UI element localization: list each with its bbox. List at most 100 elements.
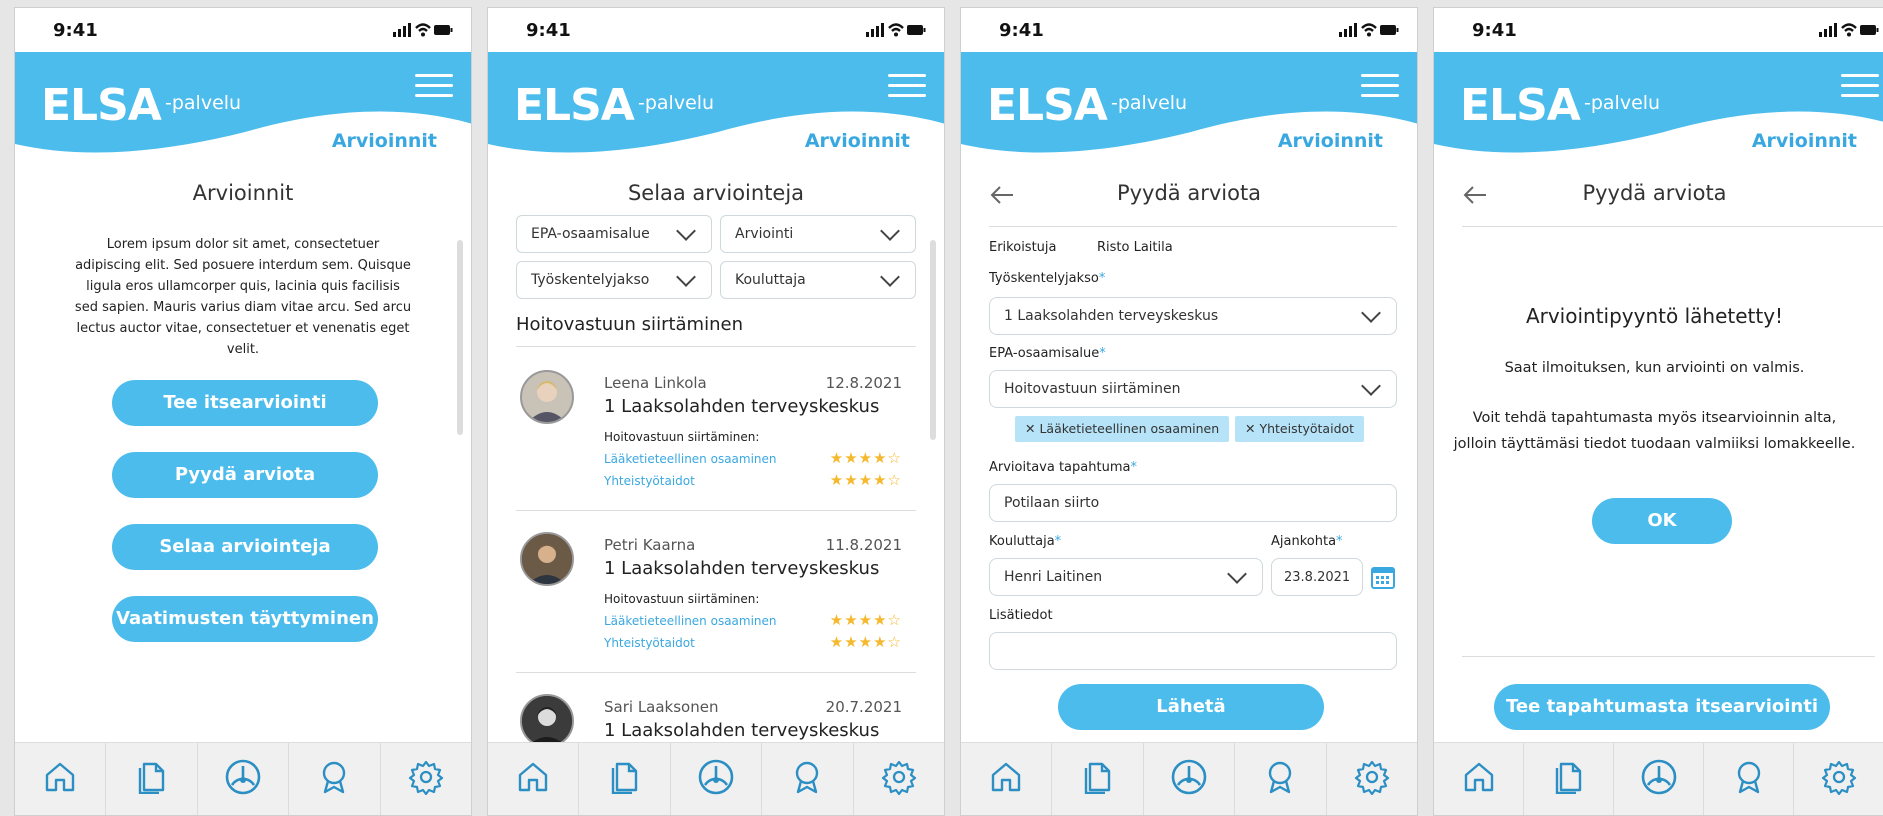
home-icon	[989, 760, 1023, 798]
rating-stars: ★★★★☆	[829, 611, 902, 629]
nav-documents-button[interactable]	[1052, 743, 1144, 815]
documents-icon	[135, 760, 169, 798]
self-evaluate-event-button[interactable]: Tee tapahtumasta itsearviointi	[1494, 684, 1830, 730]
hamburger-menu-icon[interactable]	[888, 74, 926, 100]
status-time: 9:41	[53, 20, 98, 41]
logo: ELSA	[514, 80, 635, 131]
jakso-label-text: Työskentelyjakso	[989, 271, 1099, 286]
logo: ELSA	[1460, 80, 1581, 131]
ajankohta-input[interactable]: 23.8.2021	[1271, 558, 1363, 596]
nav-award-button[interactable]	[289, 743, 381, 815]
filter-jakso[interactable]: Työskentelyjakso	[516, 261, 712, 299]
filter-arviointi[interactable]: Arviointi	[720, 215, 916, 253]
bottom-nav	[488, 742, 944, 815]
browse-evaluations-button[interactable]: Selaa arviointeja	[112, 524, 378, 570]
evaluation-place: 1 Laaksolahden terveyskeskus	[604, 396, 880, 417]
page-title: Selaa arviointeja	[627, 181, 805, 205]
nav-documents-button[interactable]	[106, 743, 198, 815]
hamburger-menu-icon[interactable]	[1841, 74, 1879, 100]
status-icons	[1819, 23, 1879, 37]
self-eval-hint-line2: jolloin täyttämäsi tiedot tuodaan valmii…	[1453, 436, 1856, 452]
evaluation-subject: Hoitovastuun siirtäminen:	[604, 592, 760, 606]
settings-icon	[1354, 759, 1390, 799]
status-bar: 9:41	[15, 8, 471, 54]
kouluttaja-label: Kouluttaja*	[989, 534, 1061, 549]
nav-settings-button[interactable]	[381, 743, 471, 815]
skill-label: Yhteistyötaidot	[604, 474, 695, 488]
ok-button[interactable]: OK	[1592, 498, 1732, 544]
jakso-label: Työskentelyjakso*	[989, 271, 1105, 286]
section-label: Arvioinnit	[804, 130, 910, 152]
status-time: 9:41	[999, 20, 1044, 41]
nav-home-button[interactable]	[15, 743, 107, 815]
nav-award-button[interactable]	[762, 743, 854, 815]
epa-select[interactable]: Hoitovastuun siirtäminen	[989, 370, 1397, 408]
hamburger-menu-icon[interactable]	[415, 74, 453, 100]
epa-value: Hoitovastuun siirtäminen	[1004, 381, 1181, 397]
nav-gauge-button[interactable]	[1614, 743, 1704, 815]
phone-screen-arvioinnit: 9:41 ELSA -palvelu Arvioinnit Arvioinnit…	[14, 7, 472, 816]
nav-gauge-button[interactable]	[671, 743, 763, 815]
nav-award-button[interactable]	[1704, 743, 1794, 815]
close-icon[interactable]: ✕	[1025, 421, 1039, 436]
chip-yhteistyotaidot[interactable]: ✕ Yhteistyötaidot	[1235, 416, 1365, 442]
self-eval-hint-line1: Voit tehdä tapahtumasta myös itsearvioin…	[1472, 410, 1837, 426]
divider	[989, 226, 1397, 227]
evaluator-name: Petri Kaarna	[604, 536, 696, 554]
nav-gauge-button[interactable]	[198, 743, 290, 815]
scrollbar[interactable]	[930, 240, 936, 440]
evaluation-card[interactable]: Petri Kaarna 11.8.2021 1 Laaksolahden te…	[516, 510, 916, 673]
nav-award-button[interactable]	[1235, 743, 1327, 815]
kouluttaja-value: Henri Laitinen	[1004, 569, 1103, 585]
epa-label-text: EPA-osaamisalue	[989, 346, 1100, 361]
lisatiedot-input[interactable]	[989, 632, 1397, 670]
scrollbar[interactable]	[457, 240, 463, 435]
ajankohta-label: Ajankohta*	[1271, 534, 1343, 549]
evaluation-card[interactable]: Leena Linkola 12.8.2021 1 Laaksolahden t…	[516, 348, 916, 511]
chip-laaketieteellinen[interactable]: ✕ Lääketieteellinen osaaminen	[1015, 416, 1230, 442]
filter-epa[interactable]: EPA-osaamisalue	[516, 215, 712, 253]
self-evaluation-button[interactable]: Tee itsearviointi	[112, 380, 378, 426]
rating-stars: ★★★★☆	[829, 449, 902, 467]
kouluttaja-select[interactable]: Henri Laitinen	[989, 558, 1263, 596]
nav-settings-button[interactable]	[1327, 743, 1417, 815]
nav-settings-button[interactable]	[854, 743, 944, 815]
logo-subtitle: -palvelu	[165, 92, 242, 114]
filter-kouluttaja-label: Kouluttaja	[735, 272, 806, 288]
hamburger-menu-icon[interactable]	[1361, 74, 1399, 100]
tapahtuma-input[interactable]: Potilaan siirto	[989, 484, 1397, 522]
nav-documents-button[interactable]	[579, 743, 671, 815]
nav-settings-button[interactable]	[1794, 743, 1883, 815]
intro-text: Lorem ipsum dolor sit amet, consectetuer…	[74, 237, 412, 357]
submit-button[interactable]: Lähetä	[1058, 684, 1324, 730]
kouluttaja-label-text: Kouluttaja	[989, 534, 1055, 549]
nav-gauge-button[interactable]	[1144, 743, 1236, 815]
status-time: 9:41	[526, 20, 571, 41]
jakso-select[interactable]: 1 Laaksolahden terveyskeskus	[989, 297, 1397, 335]
award-icon	[1263, 760, 1297, 798]
settings-icon	[881, 759, 917, 799]
avatar	[520, 532, 574, 586]
nav-home-button[interactable]	[1434, 743, 1524, 815]
status-bar: 9:41	[961, 8, 1417, 54]
calendar-icon[interactable]	[1371, 565, 1395, 589]
close-icon[interactable]: ✕	[1245, 421, 1259, 436]
bottom-nav	[15, 742, 471, 815]
phone-screen-confirmation: 9:41 ELSA -palvelu Arvioinnit Pyydä arvi…	[1433, 7, 1883, 816]
filter-kouluttaja[interactable]: Kouluttaja	[720, 261, 916, 299]
required-mark: *	[1098, 271, 1106, 286]
logo: ELSA	[987, 80, 1108, 131]
documents-icon	[608, 760, 642, 798]
award-icon	[1732, 760, 1766, 798]
settings-icon	[1821, 759, 1857, 799]
bottom-nav	[961, 742, 1417, 815]
request-evaluation-button[interactable]: Pyydä arviota	[112, 452, 378, 498]
status-time: 9:41	[1472, 20, 1517, 41]
status-bar: 9:41	[1434, 8, 1883, 54]
required-mark: *	[1336, 534, 1343, 549]
divider	[1462, 226, 1883, 227]
nav-home-button[interactable]	[488, 743, 580, 815]
nav-documents-button[interactable]	[1524, 743, 1614, 815]
requirements-button[interactable]: Vaatimusten täyttyminen	[112, 596, 378, 642]
nav-home-button[interactable]	[961, 743, 1053, 815]
